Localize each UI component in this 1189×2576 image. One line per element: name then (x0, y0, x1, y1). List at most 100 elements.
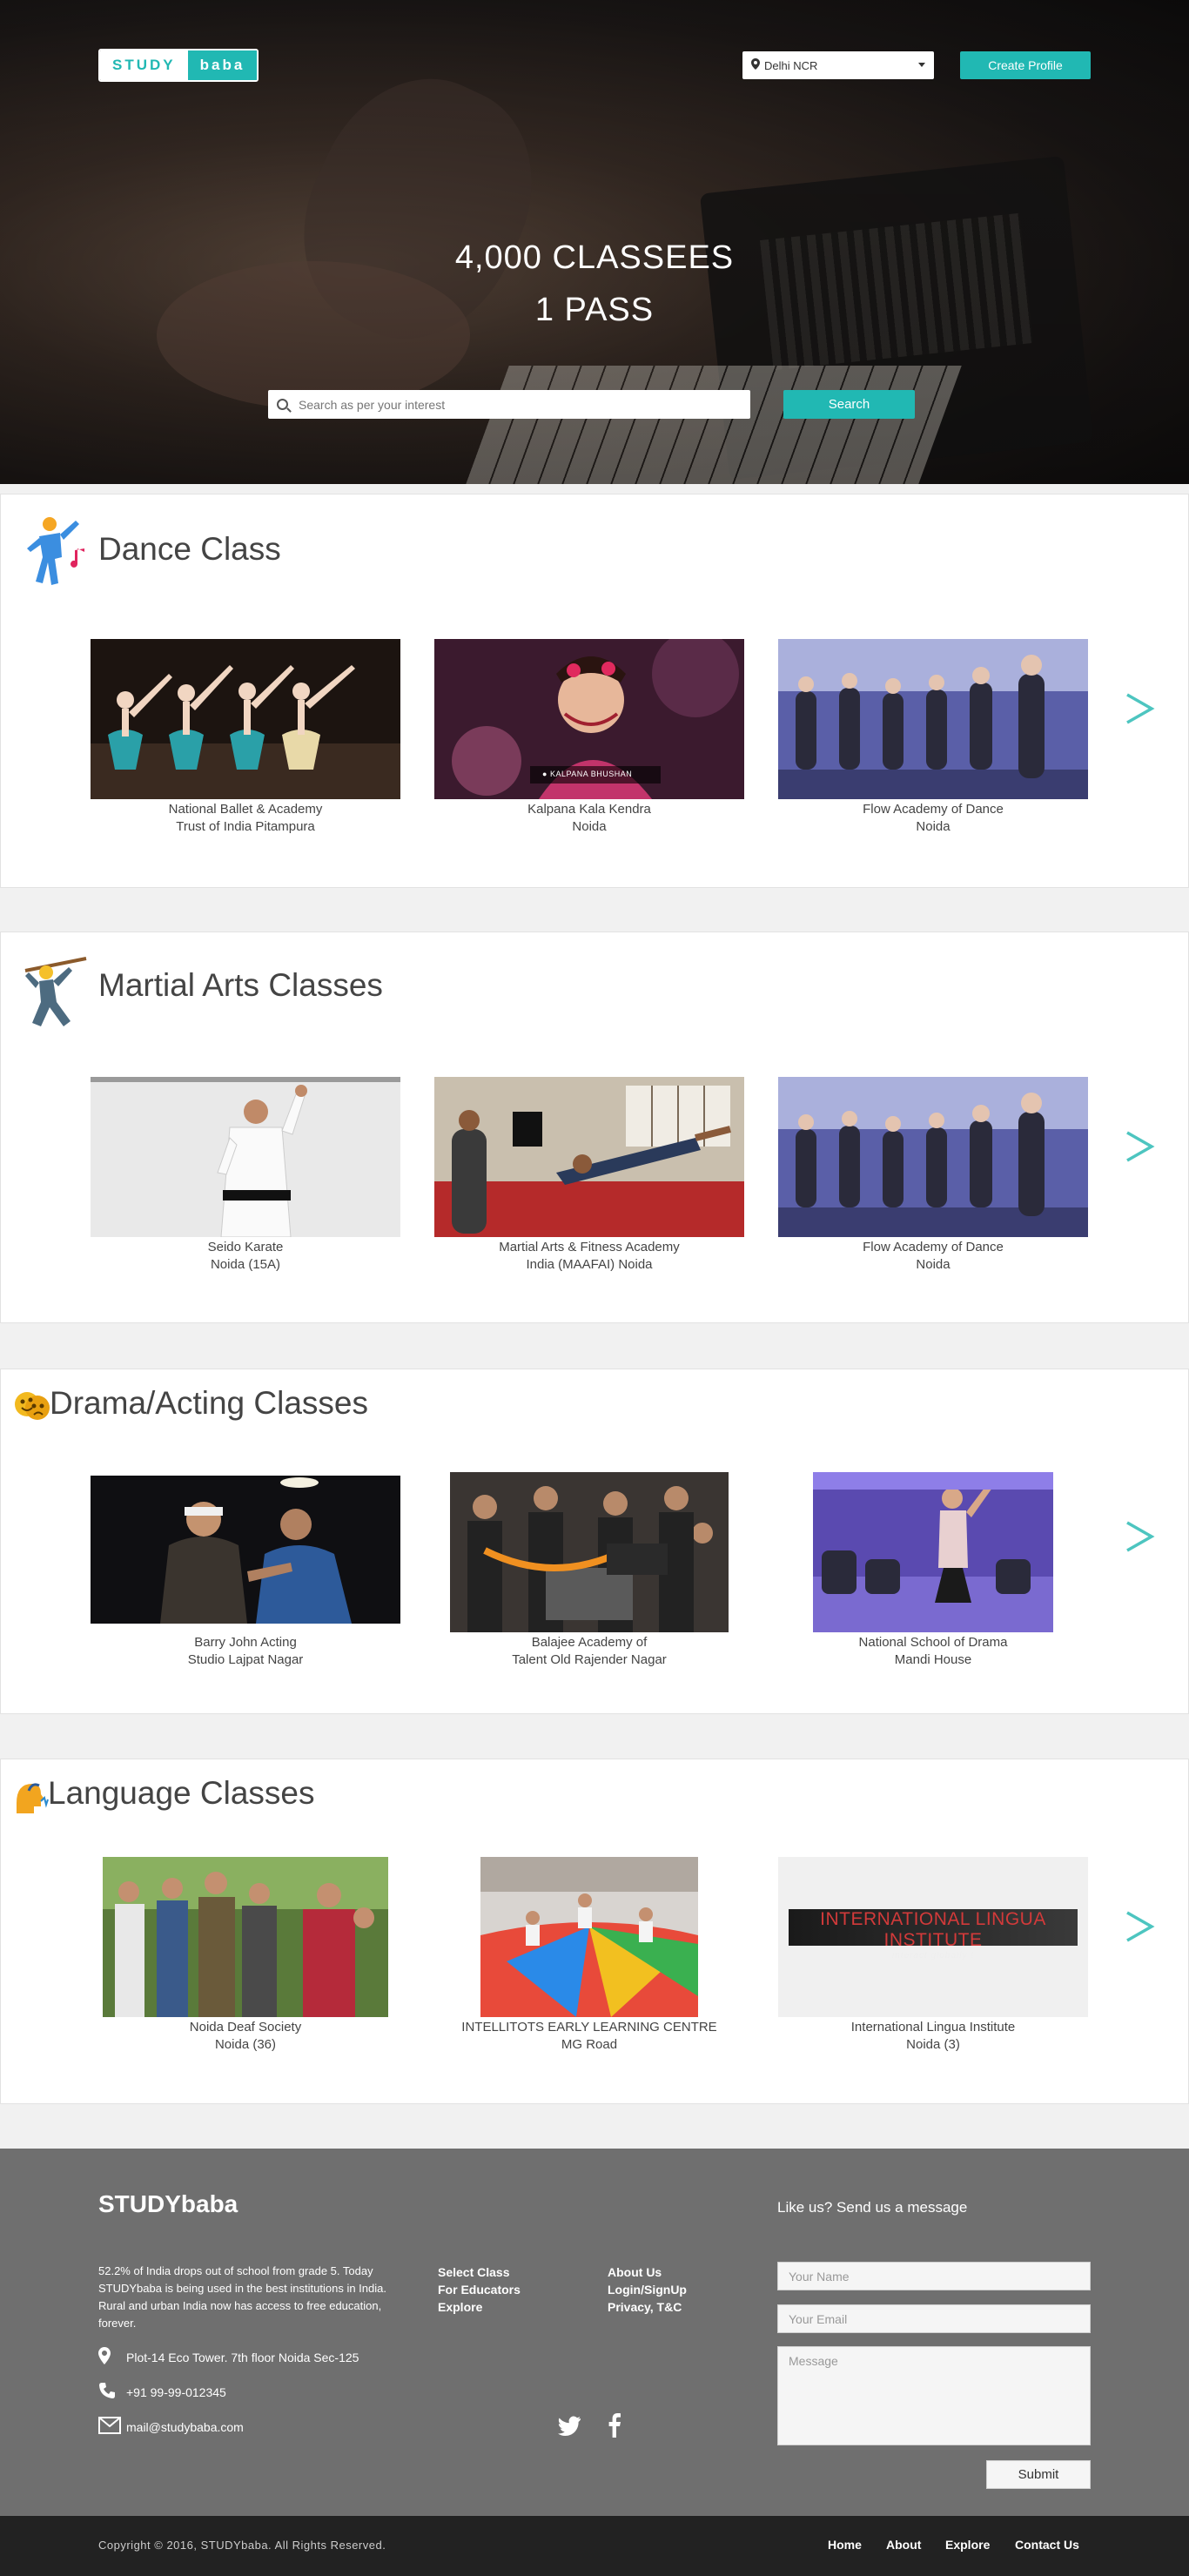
class-name: International Lingua Institute (850, 2020, 1016, 2035)
class-name: Flow Academy of Dance (863, 1240, 1004, 1254)
location-pin-icon (98, 2347, 126, 2367)
dancer-icon (24, 514, 93, 596)
class-name: National School of Drama (858, 1635, 1008, 1650)
class-name: Martial Arts & Fitness Academy (499, 1240, 680, 1254)
class-image (450, 1472, 729, 1632)
section-title: Dance Class (98, 531, 281, 567)
class-image (813, 1472, 1053, 1632)
email-field[interactable]: Your Email (777, 2304, 1091, 2333)
class-name: Kalpana Kala Kendra (527, 802, 651, 817)
hero-banner: STUDY baba Delhi NCR Create Profile 4,00… (0, 0, 1189, 484)
class-location: Noida (3) (906, 2037, 960, 2052)
footer-brand: STUDYbaba (98, 2190, 238, 2217)
class-location: MG Road (561, 2037, 618, 2052)
bottom-bar: Copyright © 2016, STUDYbaba. All Rights … (0, 2516, 1189, 2576)
twitter-icon[interactable] (557, 2416, 581, 2441)
hero-line-2: 1 PASS (534, 292, 655, 328)
class-card-caption: INTELLITOTS EARLY LEARNING CENTRE MG Roa… (417, 2019, 762, 2054)
class-card-caption: Balajee Academy of Talent Old Rajender N… (417, 1634, 762, 1669)
class-card-caption: Seido Karate Noida (15A) (73, 1239, 418, 1274)
footer-link-explore[interactable]: Explore (438, 2298, 521, 2316)
class-image (91, 639, 400, 799)
create-profile-button[interactable]: Create Profile (960, 51, 1091, 79)
chevron-down-icon (918, 63, 925, 67)
bottom-nav-about[interactable]: About (886, 2538, 921, 2552)
section-language: Language Classes Noida Deaf Society Noid… (0, 1759, 1189, 2104)
institute-banner: INTERNATIONAL LINGUA INSTITUTE interact … (789, 1909, 1078, 1961)
theater-masks-icon (13, 1389, 51, 1428)
class-location: Studio Lajpat Nagar (187, 1652, 304, 1667)
submit-button[interactable]: Submit (986, 2460, 1091, 2489)
class-card-caption: Kalpana Kala Kendra Noida (417, 801, 762, 836)
class-card-caption: Barry John Acting Studio Lajpat Nagar (73, 1634, 418, 1669)
speaking-head-icon (11, 1777, 50, 1819)
class-card-caption: Martial Arts & Fitness Academy India (MA… (417, 1239, 762, 1274)
class-image (434, 1077, 744, 1237)
class-image (91, 1077, 400, 1237)
class-location: Noida (916, 819, 951, 834)
footer-phone: +91 99-99-012345 (98, 2382, 226, 2402)
class-location: Talent Old Rajender Nagar (512, 1652, 667, 1667)
bottom-nav-contact-us[interactable]: Contact Us (1015, 2538, 1079, 2552)
footer-email-text[interactable]: mail@studybaba.com (126, 2420, 244, 2434)
image-overlay-label: KALPANA BHUSHAN (549, 770, 633, 778)
next-arrow-icon[interactable] (1124, 691, 1155, 726)
footer-about-text: 52.2% of India drops out of school from … (98, 2264, 386, 2330)
footer-link-select-class[interactable]: Select Class (438, 2263, 521, 2281)
class-image (778, 1077, 1088, 1237)
class-name: INTELLITOTS EARLY LEARNING CENTRE (461, 2020, 717, 2035)
institute-banner-tagline: interact globally ! (891, 1951, 975, 1961)
phone-icon (98, 2382, 126, 2402)
envelope-icon (98, 2417, 126, 2437)
class-image (778, 639, 1088, 799)
search-button[interactable]: Search (783, 390, 915, 419)
next-arrow-icon[interactable] (1124, 1519, 1155, 1554)
city-select-value: Delhi NCR (764, 58, 818, 72)
footer-link-about-us[interactable]: About Us (608, 2263, 687, 2281)
footer-link-privacy[interactable]: Privacy, T&C (608, 2298, 687, 2316)
class-card-caption: Flow Academy of Dance Noida (761, 1239, 1105, 1274)
footer-address-text: Plot-14 Eco Tower. 7th floor Noida Sec-1… (126, 2350, 359, 2364)
search-input[interactable] (299, 397, 716, 412)
hero-line-1: 4,000 CLASSEES (454, 239, 735, 276)
footer-link-login-signup[interactable]: Login/SignUp (608, 2281, 687, 2298)
class-image (480, 1857, 698, 2017)
image-overlay-text: ● KALPANA BHUSHAN (542, 770, 633, 778)
class-image: ● KALPANA BHUSHAN (434, 639, 744, 799)
search-box[interactable] (268, 390, 750, 419)
section-dance: Dance Class National Ballet & Academy Tr… (0, 494, 1189, 888)
class-card-caption: International Lingua Institute Noida (3) (761, 2019, 1105, 2054)
bottom-nav-home[interactable]: Home (828, 2538, 862, 2552)
footer-links-col2: About Us Login/SignUp Privacy, T&C (608, 2263, 687, 2316)
message-field[interactable]: Message (777, 2346, 1091, 2445)
city-select[interactable]: Delhi NCR (742, 51, 934, 79)
section-title: Language Classes (48, 1775, 315, 1811)
class-location: Noida (572, 819, 607, 834)
footer-link-for-educators[interactable]: For Educators (438, 2281, 521, 2298)
name-field[interactable]: Your Name (777, 2262, 1091, 2290)
next-arrow-icon[interactable] (1124, 1909, 1155, 1944)
bottom-nav-explore[interactable]: Explore (945, 2538, 990, 2552)
class-card-caption: Noida Deaf Society Noida (36) (73, 2019, 418, 2054)
facebook-icon[interactable] (608, 2413, 621, 2442)
next-arrow-icon[interactable] (1124, 1129, 1155, 1164)
message-form-title: Like us? Send us a message (777, 2199, 968, 2216)
hero-headline: 4,000 CLASSEES 1 PASS (333, 232, 856, 336)
class-image (91, 1476, 400, 1624)
footer-links-col1: Select Class For Educators Explore (438, 2263, 521, 2316)
footer-email[interactable]: mail@studybaba.com (98, 2417, 244, 2437)
class-image (103, 1857, 388, 2017)
class-location: India (MAAFAI) Noida (526, 1257, 653, 1272)
footer-phone-text: +91 99-99-012345 (126, 2384, 226, 2399)
class-name: Noida Deaf Society (189, 2020, 302, 2035)
footer: STUDYbaba 52.2% of India drops out of sc… (0, 2149, 1189, 2516)
class-location: Noida (15A) (210, 1257, 281, 1272)
logo-right-text: baba (187, 50, 258, 80)
logo[interactable]: STUDY baba (98, 49, 259, 82)
class-card-caption: National Ballet & Academy Trust of India… (73, 801, 418, 836)
class-image: INTERNATIONAL LINGUA INSTITUTE interact … (778, 1857, 1088, 2017)
section-title: Martial Arts Classes (98, 967, 383, 1003)
class-name: National Ballet & Academy (168, 802, 323, 817)
class-name: Flow Academy of Dance (863, 802, 1004, 817)
class-location: Trust of India Pitampura (176, 819, 315, 834)
